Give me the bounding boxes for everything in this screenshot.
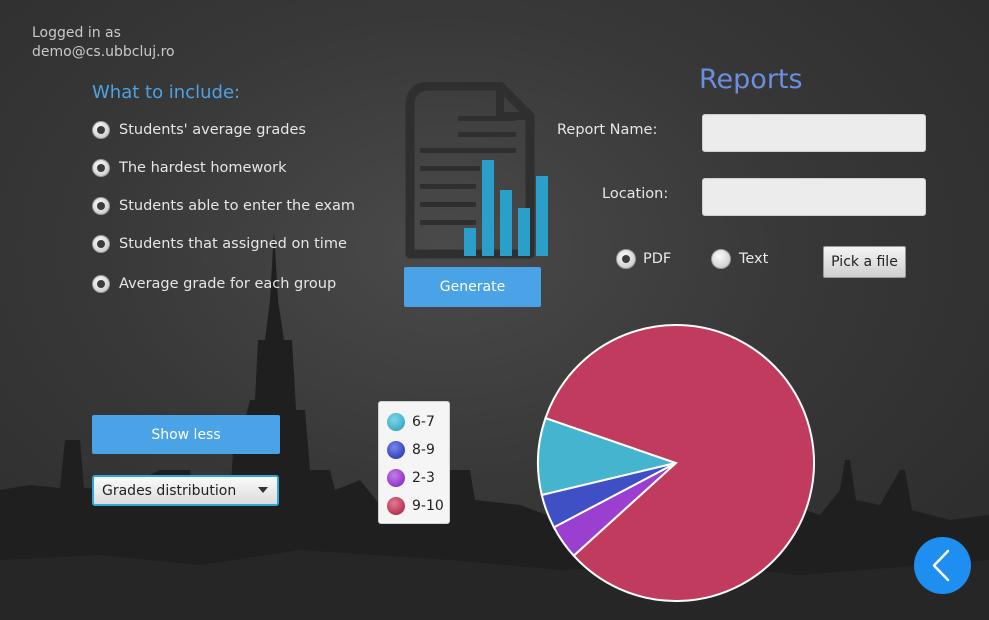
legend-label: 9-10 <box>412 498 444 514</box>
legend-label: 6-7 <box>412 414 435 430</box>
report-name-label: Report Name: <box>557 122 658 138</box>
include-section-title: What to include: <box>92 82 241 103</box>
back-button[interactable] <box>914 537 971 594</box>
legend-label: 2-3 <box>412 470 435 486</box>
location-input[interactable] <box>702 178 926 216</box>
format-text-label: Text <box>739 251 769 267</box>
chevron-down-icon <box>258 487 268 493</box>
option-label: Students that assigned on time <box>119 236 347 252</box>
generate-button[interactable]: Generate <box>404 267 541 307</box>
radio-button[interactable] <box>92 197 110 215</box>
login-info: Logged in as demo@cs.ubbcluj.ro <box>32 24 175 62</box>
show-less-button[interactable]: Show less <box>92 415 280 454</box>
format-pdf-label: PDF <box>643 251 672 267</box>
reports-title: Reports <box>699 64 803 95</box>
option-average-grades[interactable]: Students' average grades <box>92 121 306 139</box>
format-text-option[interactable]: Text <box>711 249 768 269</box>
legend-swatch <box>387 441 405 459</box>
option-label: Students' average grades <box>119 122 306 138</box>
option-exam-eligible[interactable]: Students able to enter the exam <box>92 197 355 215</box>
report-name-input[interactable] <box>702 114 926 152</box>
chevron-left-icon <box>932 549 950 582</box>
location-label: Location: <box>602 186 669 202</box>
chart-legend: 6-7 8-9 2-3 9-10 <box>378 401 450 524</box>
legend-label: 8-9 <box>412 442 435 458</box>
chart-type-select[interactable]: Grades distribution <box>92 475 279 506</box>
radio-button[interactable] <box>92 121 110 139</box>
chart-type-value: Grades distribution <box>102 482 237 499</box>
radio-button[interactable] <box>711 249 731 269</box>
option-label: Average grade for each group <box>119 276 337 292</box>
option-label: Students able to enter the exam <box>119 198 356 214</box>
legend-swatch <box>387 497 405 515</box>
option-assigned-on-time[interactable]: Students that assigned on time <box>92 235 347 253</box>
pick-file-button[interactable]: Pick a file <box>823 246 906 278</box>
radio-button[interactable] <box>92 159 110 177</box>
radio-button[interactable] <box>92 235 110 253</box>
legend-swatch <box>387 413 405 431</box>
login-email: demo@cs.ubbcluj.ro <box>32 44 175 60</box>
option-group-average[interactable]: Average grade for each group <box>92 275 336 293</box>
legend-item: 6-7 <box>387 408 449 436</box>
legend-swatch <box>387 469 405 487</box>
document-chart-icon <box>405 82 548 259</box>
option-label: The hardest homework <box>119 160 287 176</box>
grades-pie-chart <box>537 324 815 602</box>
option-hardest-homework[interactable]: The hardest homework <box>92 159 287 177</box>
legend-item: 8-9 <box>387 436 449 464</box>
radio-button[interactable] <box>616 249 636 269</box>
login-label: Logged in as <box>32 25 121 41</box>
radio-button[interactable] <box>92 275 110 293</box>
legend-item: 2-3 <box>387 464 449 492</box>
format-pdf-option[interactable]: PDF <box>616 249 671 269</box>
legend-item: 9-10 <box>387 492 449 520</box>
